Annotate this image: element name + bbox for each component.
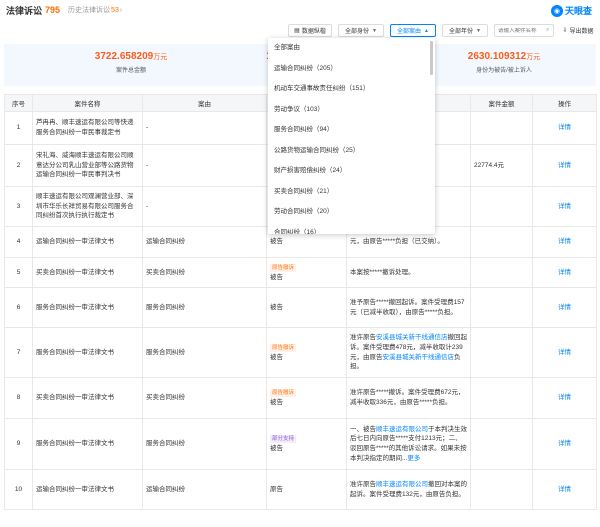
- dropdown-item[interactable]: 运输合同纠纷（205）: [268, 59, 435, 80]
- stat-defendant-amount: 2630.109312万元 身份为被告/被上诉人: [467, 51, 541, 74]
- party-link[interactable]: 安溪县城关新干线通信店: [376, 334, 448, 341]
- dropdown-item[interactable]: 合同纠纷（16）: [268, 223, 435, 235]
- case-search: ⌕: [494, 24, 554, 37]
- status-badge: 原告撤诉: [270, 343, 297, 352]
- table-row: 6 服务合同纠纷一审法律文书 服务合同纠纷 被告 准予原告*****撤回起诉。案…: [4, 287, 597, 328]
- col-amount: 案件金额: [470, 94, 533, 112]
- detail-link[interactable]: 详情: [558, 349, 571, 356]
- filter-toolbar: ▤数据纵楷 全部身份▼ 全部案由▲ 全部年份▼ ⌕ ⇩导出数据: [0, 24, 600, 38]
- dropdown-item[interactable]: 公路货物运输合同纠纷（25）: [268, 141, 435, 162]
- history-lawsuits-link[interactable]: 历史法律诉讼53›: [68, 5, 122, 15]
- page-header: 法律诉讼 795 历史法律诉讼53› ◉ 天眼查: [0, 0, 600, 20]
- case-search-input[interactable]: [498, 27, 544, 34]
- col-action: 操作: [532, 94, 597, 112]
- eye-icon: ◉: [550, 4, 563, 17]
- status-badge: 原告撤诉: [270, 263, 297, 272]
- data-chart-button[interactable]: ▤ 数据纵楷: [288, 24, 332, 37]
- export-icon: ⇩: [562, 28, 568, 34]
- lawsuit-count: 795: [45, 5, 61, 15]
- detail-link[interactable]: 详情: [558, 238, 571, 245]
- detail-link[interactable]: 详情: [558, 440, 571, 447]
- party-link[interactable]: 安溪县城关新干线通信店: [383, 354, 455, 361]
- stat-total-amount: 3722.658209万元 案件总金额: [94, 51, 168, 74]
- col-cause: 案由: [142, 94, 267, 112]
- dropdown-item[interactable]: 服务合同纠纷（94）: [268, 120, 435, 141]
- chevron-right-icon: ›: [119, 7, 123, 14]
- export-data-button[interactable]: ⇩ 导出数据: [560, 24, 596, 37]
- table-row: 9 服务合同纠纷一审法律文书 服务合同纠纷 部分支持 被告 一、被告顺丰速运有限公…: [4, 418, 597, 470]
- chevron-down-icon: ▼: [372, 27, 377, 34]
- status-badge: 部分支持: [270, 435, 297, 444]
- tianyancha-logo: ◉ 天眼查: [550, 4, 592, 17]
- col-no: 序号: [4, 94, 33, 112]
- detail-link[interactable]: 详情: [558, 269, 571, 276]
- detail-link[interactable]: 详情: [558, 394, 571, 401]
- search-icon[interactable]: ⌕: [546, 27, 549, 34]
- table-row: 10 运输合同纠纷一审法律文书 运输合同纠纷 原告 准许原告顺丰速运有限公司撤回…: [4, 469, 597, 510]
- more-link[interactable]: 更多: [407, 455, 420, 462]
- chevron-down-icon: ▼: [476, 27, 481, 34]
- table-row: 5 买卖合同纠纷一审法律文书 买卖合同纠纷 原告撤诉 被告 本案按*****撤诉处…: [4, 257, 597, 288]
- table-row: 8 买卖合同纠纷一审法律文书 买卖合同纠纷 原告撤诉 被告 准许原告*****撤诉…: [4, 377, 597, 419]
- identity-filter[interactable]: 全部身份 ▼: [338, 24, 384, 37]
- cause-filter[interactable]: 全部案由 ▲: [390, 24, 436, 37]
- party-link[interactable]: 顺丰速运有限公司: [376, 481, 428, 488]
- detail-link[interactable]: 详情: [558, 203, 571, 210]
- table-row: 7 服务合同纠纷一审法律文书 服务合同纠纷 原告撤诉 被告 准许原告安溪县城关新干…: [4, 327, 597, 378]
- detail-link[interactable]: 详情: [558, 162, 571, 169]
- status-badge: 原告撤诉: [270, 389, 297, 398]
- dropdown-item[interactable]: 全部案由: [268, 38, 435, 59]
- detail-link[interactable]: 详情: [558, 486, 571, 493]
- chart-icon: ▤: [294, 28, 300, 34]
- page-title: 法律诉讼: [6, 5, 43, 16]
- party-link[interactable]: 顺丰速运有限公司: [376, 426, 428, 433]
- dropdown-item[interactable]: 劳动争议（103）: [268, 100, 435, 121]
- year-filter[interactable]: 全部年份 ▼: [442, 24, 488, 37]
- dropdown-scrollbar[interactable]: [430, 41, 433, 75]
- detail-link[interactable]: 详情: [558, 124, 571, 131]
- dropdown-item[interactable]: 财产损害赔偿纠纷（24）: [268, 161, 435, 182]
- dropdown-item[interactable]: 买卖合同纠纷（21）: [268, 182, 435, 203]
- dropdown-item[interactable]: 机动车交通事故责任纠纷（151）: [268, 79, 435, 100]
- dropdown-item[interactable]: 劳动合同纠纷（20）: [268, 202, 435, 223]
- cause-dropdown-menu: 全部案由 运输合同纠纷（205） 机动车交通事故责任纠纷（151） 劳动争议（1…: [268, 38, 435, 234]
- detail-link[interactable]: 详情: [558, 304, 571, 311]
- col-name: 案件名称: [32, 94, 143, 112]
- chevron-up-icon: ▲: [424, 27, 429, 34]
